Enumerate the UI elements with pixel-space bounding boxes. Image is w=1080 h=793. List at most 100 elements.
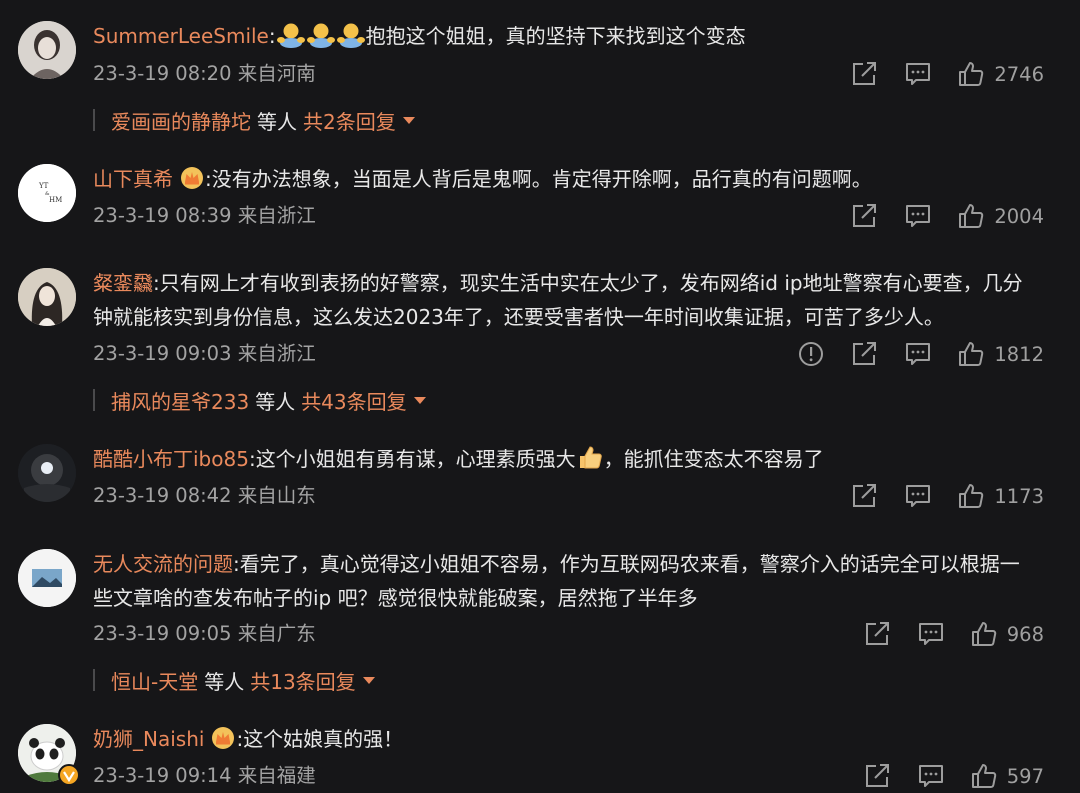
comment-text: 粲銮飝:只有网上才有收到表扬的好警察，现实生活中实在太少了，发布网络id ip地…: [93, 266, 1046, 334]
thumbs-up-icon: [971, 764, 997, 788]
comment-text: 奶狮_Naishi:这个姑娘真的强！: [93, 722, 1046, 760]
comment-actions: 1812: [772, 337, 1044, 371]
comment-button[interactable]: [917, 621, 945, 647]
avatar[interactable]: [18, 724, 80, 786]
reply-summary[interactable]: 捕风的星爷233 等人 共43条回复: [93, 383, 427, 417]
like-button[interactable]: 1173: [958, 483, 1044, 509]
comment-body-line2: 钟就能核实到身份信息，这么发达2023年了，还要受害者快一年时间收集证据，可苦了…: [93, 305, 944, 329]
share-button[interactable]: [850, 341, 878, 367]
reply-others-label: 等人: [204, 669, 245, 694]
comment-colon: :: [268, 24, 276, 48]
caret-down-icon[interactable]: [362, 675, 376, 685]
comment-icon: [906, 343, 931, 365]
caret-down-icon[interactable]: [402, 115, 416, 125]
comment-button[interactable]: [904, 203, 932, 229]
thumbs-up-icon: [971, 622, 997, 646]
comment-colon: :: [248, 447, 256, 471]
comment-actions: 2746: [824, 57, 1044, 91]
comment-location: 来自浙江: [237, 342, 316, 365]
avatar[interactable]: [18, 21, 76, 79]
like-button[interactable]: 968: [971, 621, 1044, 647]
comment-body: 抱抱这个姐姐，真的坚持下来找到这个变态: [365, 24, 746, 48]
comment-meta: 23-3-19 08:20 来自河南: [93, 59, 316, 89]
avatar[interactable]: [18, 268, 76, 326]
share-icon: [853, 204, 877, 227]
comment-icon: [918, 765, 943, 787]
comment-username[interactable]: 无人交流的问题: [93, 552, 233, 576]
comment-body: 只有网上才有收到表扬的好警察，现实生活中实在太少了，发布网络id ip地址警察有…: [159, 271, 1023, 295]
like-count: 968: [1006, 622, 1044, 646]
reply-others-label: 等人: [255, 389, 296, 414]
avatar-text-3: HM: [49, 196, 62, 204]
like-button[interactable]: 2004: [958, 203, 1044, 229]
share-button[interactable]: [850, 203, 878, 229]
comment-button[interactable]: [904, 341, 932, 367]
comment-username[interactable]: SummerLeeSmile: [93, 24, 269, 48]
comment-actions: 2004: [824, 199, 1044, 233]
comment-time: 23-3-19 09:03: [93, 342, 232, 365]
comment-button[interactable]: [917, 763, 945, 789]
comment-location: 来自浙江: [237, 204, 316, 227]
comment-location: 来自河南: [237, 62, 316, 85]
thumbs-up-icon: [959, 342, 984, 366]
reply-count[interactable]: 共2条回复: [303, 106, 396, 135]
comment-text: SummerLeeSmile: 抱抱这个姐姐，真的坚持下来找到这个变态: [93, 19, 1046, 58]
comment-username[interactable]: 山下真希: [93, 167, 173, 191]
avatar[interactable]: YT & HM: [18, 164, 76, 222]
like-button[interactable]: 2746: [958, 61, 1044, 87]
thumbs-up-icon: [959, 204, 984, 228]
verified-badge-icon: [58, 764, 80, 786]
share-icon: [865, 764, 889, 787]
comment-meta: 23-3-19 08:39 来自浙江: [93, 201, 316, 231]
comment-body-line2: 些文章啥的查发布帖子的ip 吧？感觉很快就能破案，居然拖了半年多: [93, 586, 698, 610]
like-button[interactable]: 1812: [958, 341, 1044, 367]
comment-location: 来自广东: [237, 622, 316, 645]
comment-location: 来自福建: [237, 764, 316, 787]
share-button[interactable]: [863, 621, 891, 647]
comment-actions: 1173: [824, 479, 1044, 513]
comment-username[interactable]: 粲銮飝: [93, 271, 153, 295]
report-button[interactable]: [798, 341, 824, 367]
reply-summary[interactable]: 恒山-天堂 等人 共13条回复: [93, 663, 376, 697]
comment-button[interactable]: [904, 483, 932, 509]
comment-button[interactable]: [904, 61, 932, 87]
thumbs-up-icon: [959, 62, 984, 86]
comment-text: 酷酷小布丁ibo85:这个小姐姐有勇有谋，心理素质强大 ，能抓住变态太不容易了: [93, 442, 1046, 481]
hug-emoji-icon: [306, 22, 336, 58]
comment-time: 23-3-19 08:42: [93, 484, 232, 507]
comment-meta: 23-3-19 09:03 来自浙江: [93, 339, 316, 369]
comment-body: 这个小姐姐有勇有谋，心理素质强大: [255, 447, 576, 471]
comment-time: 23-3-19 09:05: [93, 622, 232, 645]
share-button[interactable]: [863, 763, 891, 789]
caret-down-icon[interactable]: [413, 395, 427, 405]
reply-summary[interactable]: 爱画画的静静坨 等人 共2条回复: [93, 103, 416, 137]
like-count: 1173: [994, 484, 1044, 508]
reply-divider: [93, 109, 95, 131]
crown-badge-icon: [179, 166, 205, 200]
comment-text: 山下真希:没有办法想象，当面是人背后是鬼啊。肯定得开除啊，品行真的有问题啊。: [93, 162, 1046, 200]
reply-username[interactable]: 捕风的星爷233: [111, 386, 249, 415]
reply-username[interactable]: 恒山-天堂: [111, 666, 198, 695]
comment-username[interactable]: 奶狮_Naishi: [93, 727, 204, 751]
comment-meta: 23-3-19 09:14 来自福建: [93, 761, 316, 791]
comment-username[interactable]: 酷酷小布丁ibo85: [93, 447, 249, 471]
avatar[interactable]: [18, 549, 76, 607]
comment-actions: 597: [837, 759, 1044, 793]
share-button[interactable]: [850, 483, 878, 509]
comment-text: 无人交流的问题:看完了，真心觉得这小姐姐不容易，作为互联网码农来看，警察介入的话…: [93, 547, 1046, 615]
like-button[interactable]: 597: [971, 763, 1044, 789]
like-count: 2004: [994, 204, 1044, 228]
comment-body: 看完了，真心觉得这小姐姐不容易，作为互联网码农来看，警察介入的话完全可以根据一: [239, 552, 1020, 576]
avatar-text-1: YT: [38, 182, 49, 190]
comment-meta: 23-3-19 08:42 来自山东: [93, 481, 316, 511]
comment-icon: [918, 623, 943, 645]
share-button[interactable]: [850, 61, 878, 87]
reply-count[interactable]: 共13条回复: [250, 666, 355, 695]
comment-time: 23-3-19 09:14: [93, 764, 232, 787]
share-icon: [865, 622, 889, 645]
reply-divider: [93, 389, 95, 411]
reply-count[interactable]: 共43条回复: [301, 386, 406, 415]
comment-icon: [906, 63, 931, 85]
reply-username[interactable]: 爱画画的静静坨: [111, 106, 251, 135]
avatar[interactable]: [18, 444, 76, 502]
